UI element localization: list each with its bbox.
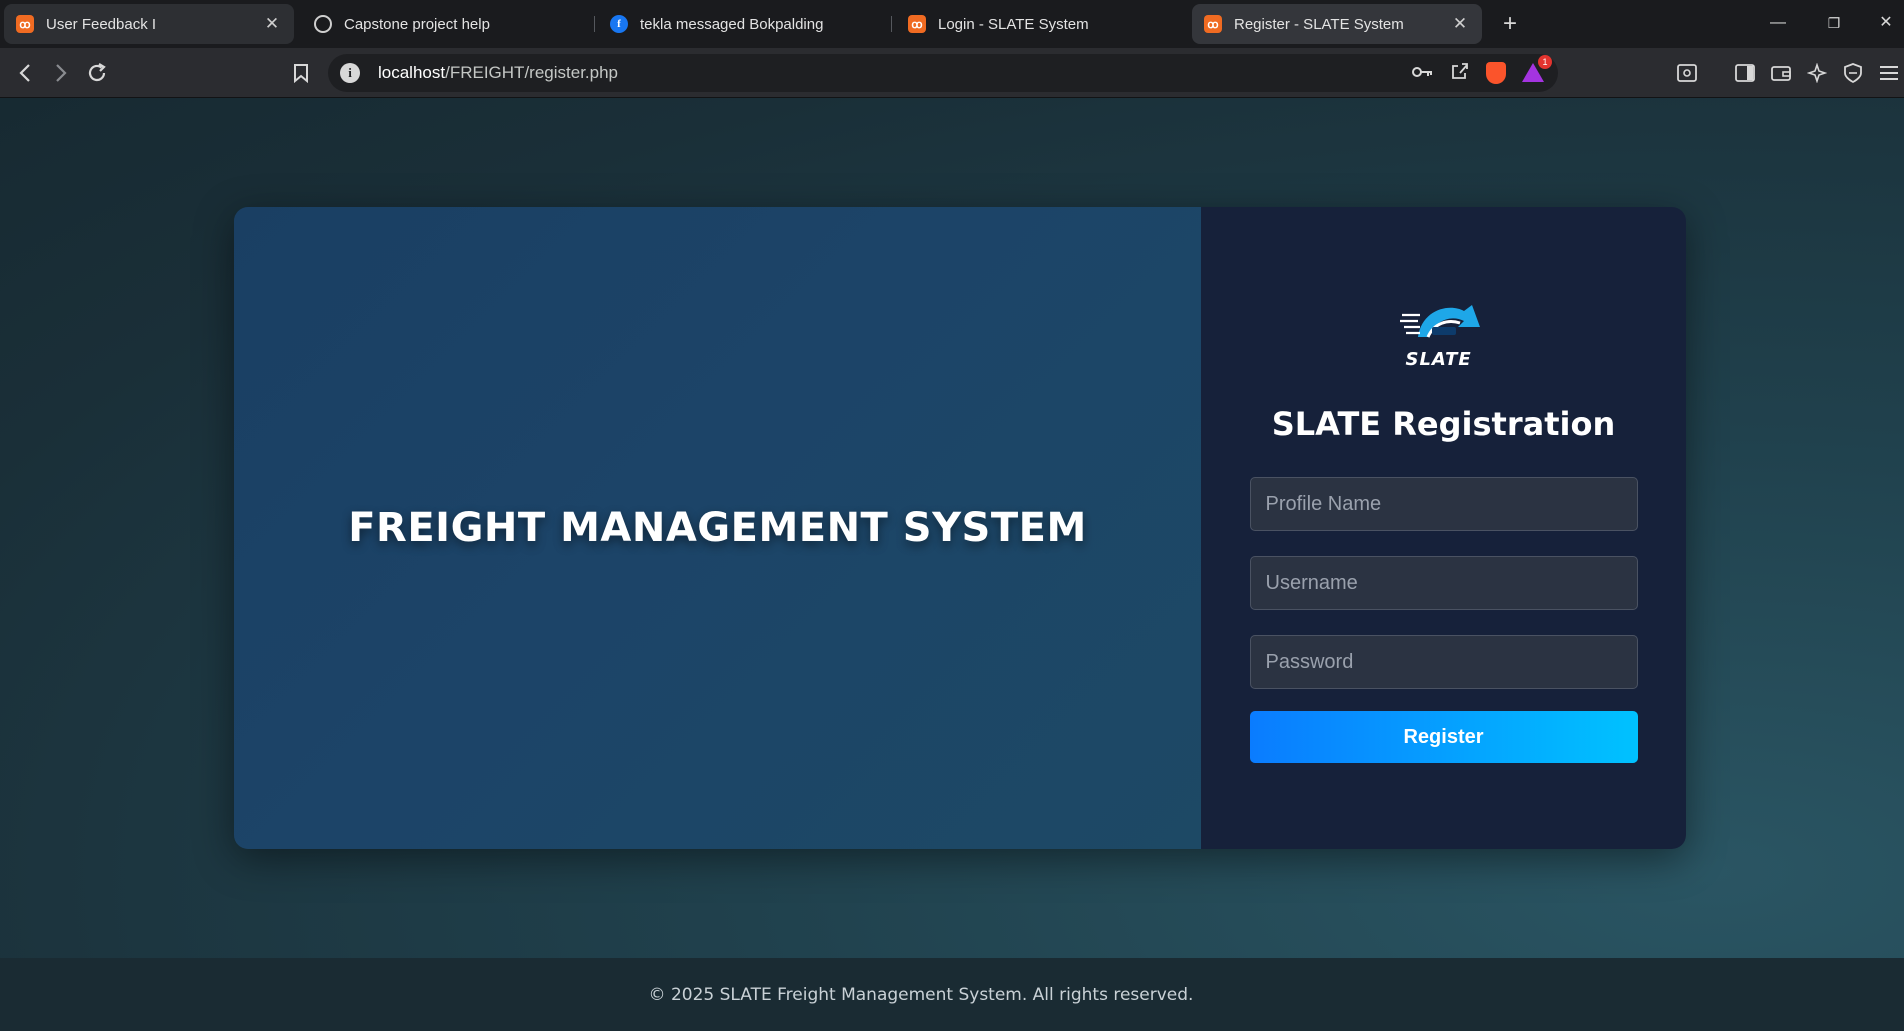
page-viewport: FREIGHT MANAGEMENT SYSTEM SLATE SLATE Re… xyxy=(0,98,1904,958)
hero-title: FREIGHT MANAGEMENT SYSTEM xyxy=(348,505,1087,551)
share-icon[interactable] xyxy=(1450,61,1470,86)
tab-separator xyxy=(891,16,892,32)
back-icon[interactable] xyxy=(10,58,40,88)
chatgpt-icon xyxy=(314,15,332,33)
password-key-icon[interactable] xyxy=(1412,63,1434,84)
bookmark-icon[interactable] xyxy=(286,58,316,88)
xampp-icon: ꝏ xyxy=(1204,15,1222,33)
register-button[interactable]: Register xyxy=(1249,711,1638,763)
tab-separator xyxy=(594,16,595,32)
reload-icon[interactable] xyxy=(82,58,112,88)
url-text[interactable]: localhost/FREIGHT/register.php xyxy=(378,63,618,83)
url-host: localhost xyxy=(378,63,446,82)
footer-copyright: © 2025 SLATE Freight Management System. … xyxy=(648,984,1194,1005)
tab-capstone-project-help[interactable]: Capstone project help xyxy=(302,4,592,44)
tab-register-slate[interactable]: ꝏ Register - SLATE System ✕ xyxy=(1192,4,1482,44)
tab-title: Capstone project help xyxy=(344,15,490,33)
menu-icon[interactable] xyxy=(1874,58,1904,88)
tab-facebook-message[interactable]: f tekla messaged Bokpalding xyxy=(598,4,888,44)
tab-title: tekla messaged Bokpalding xyxy=(640,15,824,33)
slate-logo: SLATE xyxy=(1398,297,1490,379)
vpn-shield-icon[interactable] xyxy=(1838,58,1868,88)
tab-title: User Feedback I xyxy=(46,15,157,33)
username-input[interactable] xyxy=(1249,556,1638,610)
restore-icon[interactable]: ❐ xyxy=(1814,8,1854,38)
tab-login-slate[interactable]: ꝏ Login - SLATE System xyxy=(896,4,1186,44)
browser-toolbar: i localhost/FREIGHT/register.php 1 xyxy=(0,48,1904,98)
sidebar-icon[interactable] xyxy=(1730,58,1760,88)
notification-badge: 1 xyxy=(1538,55,1552,69)
address-bar[interactable]: i localhost/FREIGHT/register.php 1 xyxy=(328,54,1558,92)
minimize-icon[interactable]: — xyxy=(1758,8,1798,38)
new-tab-plus-icon[interactable]: + xyxy=(1498,10,1522,38)
facebook-icon: f xyxy=(610,15,628,33)
registration-form: Register xyxy=(1249,477,1638,763)
logo-wordmark: SLATE xyxy=(1405,349,1472,370)
tab-title: Login - SLATE System xyxy=(938,15,1089,33)
reading-list-icon[interactable] xyxy=(1672,58,1702,88)
brave-rewards-icon[interactable]: 1 xyxy=(1522,55,1552,83)
browser-tab-strip: ꝏ User Feedback I ✕ Capstone project hel… xyxy=(0,0,1904,48)
site-info-icon[interactable]: i xyxy=(340,63,360,83)
address-bar-actions: 1 xyxy=(1412,54,1552,92)
tab-title: Register - SLATE System xyxy=(1234,15,1404,33)
page-footer: © 2025 SLATE Freight Management System. … xyxy=(0,958,1904,1031)
close-icon[interactable]: ✕ xyxy=(262,14,282,34)
register-card: FREIGHT MANAGEMENT SYSTEM SLATE SLATE Re… xyxy=(234,207,1686,849)
forward-icon[interactable] xyxy=(46,58,76,88)
window-close-icon[interactable]: ✕ xyxy=(1866,8,1904,38)
registration-panel: SLATE SLATE Registration Register xyxy=(1201,207,1686,849)
brave-shields-icon[interactable] xyxy=(1486,62,1506,84)
password-input[interactable] xyxy=(1249,635,1638,689)
truck-arrow-icon xyxy=(1399,305,1480,338)
registration-title: SLATE Registration xyxy=(1271,405,1616,443)
wallet-icon[interactable] xyxy=(1766,58,1796,88)
leo-ai-icon[interactable] xyxy=(1802,58,1832,88)
xampp-icon: ꝏ xyxy=(16,15,34,33)
close-icon[interactable]: ✕ xyxy=(1450,14,1470,34)
tab-user-feedback[interactable]: ꝏ User Feedback I ✕ xyxy=(4,4,294,44)
hero-panel: FREIGHT MANAGEMENT SYSTEM xyxy=(234,207,1201,849)
xampp-icon: ꝏ xyxy=(908,15,926,33)
profile-name-input[interactable] xyxy=(1249,477,1638,531)
url-path: /FREIGHT/register.php xyxy=(445,63,618,82)
